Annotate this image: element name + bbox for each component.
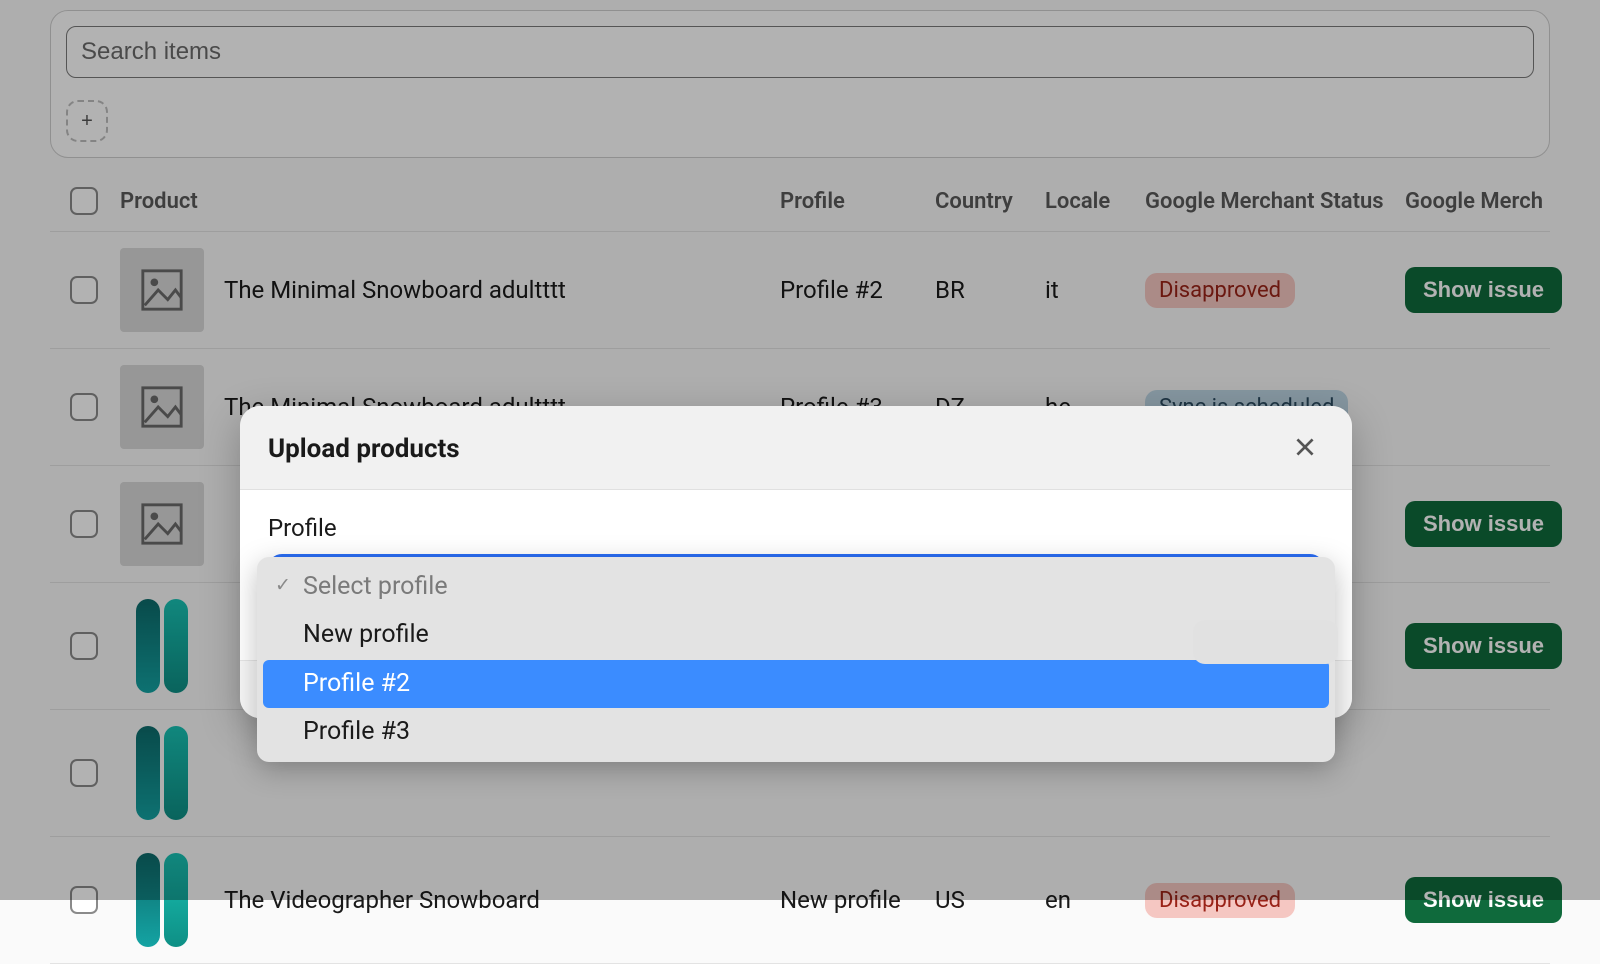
modal-header: Upload products [240, 406, 1352, 490]
dropdown-option[interactable]: New profile [263, 611, 1329, 659]
close-icon [1292, 434, 1318, 460]
modal-title: Upload products [268, 434, 460, 464]
close-button[interactable] [1286, 428, 1324, 469]
profile-select[interactable]: Select profileNew profileProfile #2Profi… [268, 554, 1324, 610]
modal-footer-button-obscured[interactable] [1193, 620, 1338, 664]
dropdown-option[interactable]: Select profile [263, 563, 1329, 611]
upload-products-modal: Upload products Profile Select profileNe… [240, 406, 1352, 718]
profile-field-label: Profile [268, 514, 1324, 542]
profile-dropdown: Select profileNew profileProfile #2Profi… [257, 557, 1335, 762]
dropdown-option[interactable]: Profile #2 [263, 660, 1329, 708]
dropdown-option[interactable]: Profile #3 [263, 708, 1329, 756]
modal-body: Profile Select profileNew profileProfile… [240, 490, 1352, 660]
